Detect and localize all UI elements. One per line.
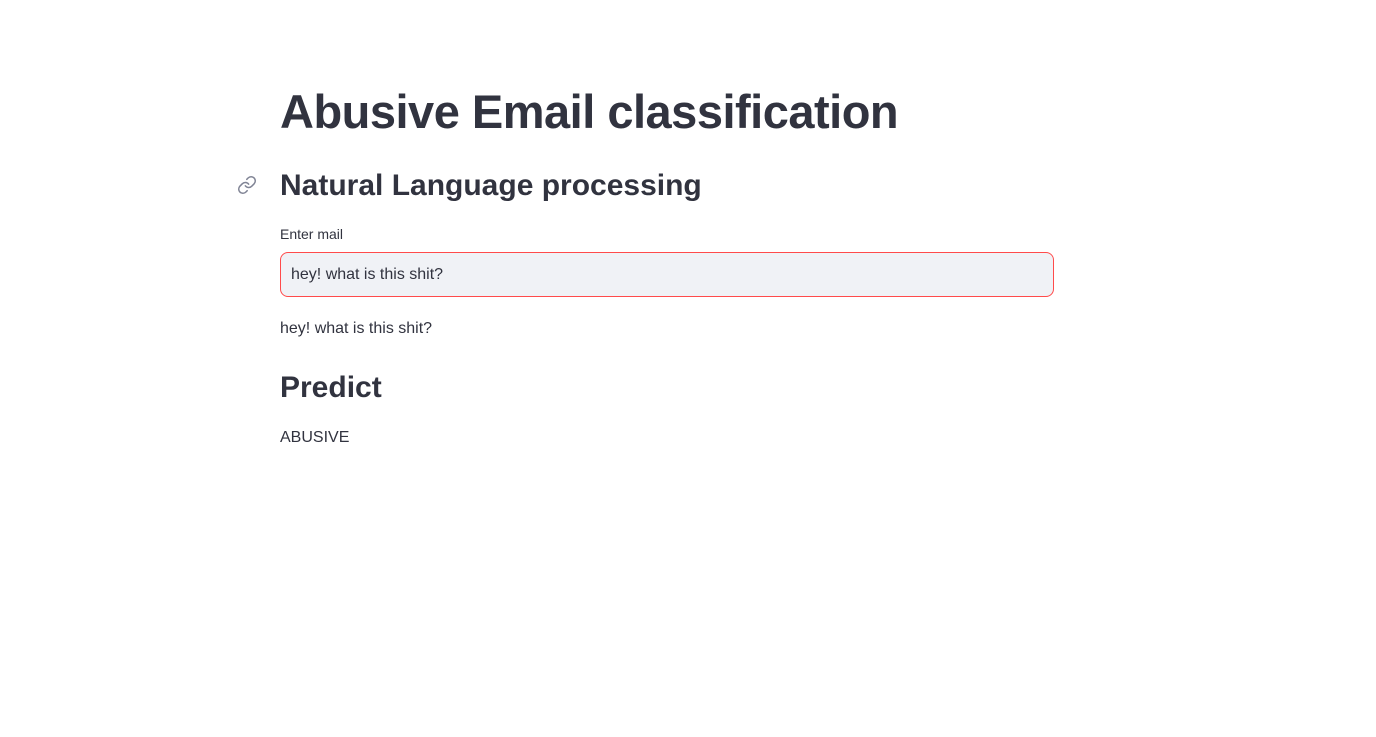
mail-input-container[interactable] — [280, 252, 1054, 297]
mail-input-label: Enter mail — [280, 226, 344, 242]
echoed-mail-text: hey! what is this shit? — [280, 320, 433, 337]
heading-anchor-link[interactable] — [236, 174, 258, 196]
predict-heading: Predict — [280, 371, 382, 404]
app-root: Abusive Email classification Natural Lan… — [0, 0, 1376, 737]
mail-input[interactable] — [281, 253, 1053, 296]
link-icon — [237, 175, 257, 195]
section-heading: Natural Language processing — [280, 169, 702, 202]
prediction-result: ABUSIVE — [280, 429, 350, 446]
page-title: Abusive Email classification — [280, 85, 899, 138]
